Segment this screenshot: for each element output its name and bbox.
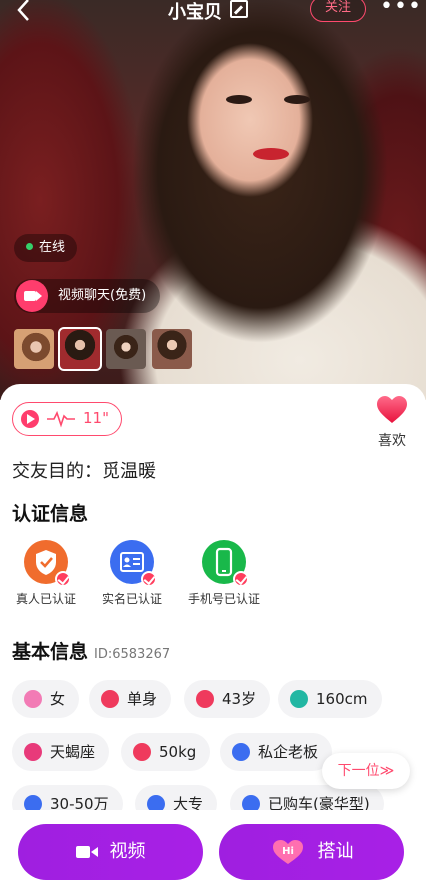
tag-zodiac: 天蝎座 [12, 733, 110, 771]
video-chat-label: 视频聊天(免费) [58, 288, 147, 303]
online-status: 在线 [14, 234, 78, 262]
greet-label: 搭讪 [317, 841, 354, 862]
tag-label: 160cm [316, 690, 368, 708]
photo-detail [253, 148, 289, 160]
photo-detail [284, 95, 310, 104]
tag-label: 天蝎座 [50, 743, 96, 761]
tag-age: 43岁 [184, 680, 271, 718]
top-bar: 小宝贝 关注 ••• [0, 0, 426, 26]
greet-button[interactable]: Hi 搭讪 [219, 824, 404, 880]
cake-icon [196, 690, 214, 708]
video-call-label: 视频 [109, 841, 146, 862]
tag-label: 单身 [127, 690, 158, 708]
photo-thumbnails [14, 327, 192, 371]
tag-label: 私企老板 [258, 743, 319, 761]
badge-icon [24, 540, 71, 587]
tag-label: 43岁 [222, 690, 257, 708]
cert-label: 实名已认证 [101, 592, 162, 606]
next-user-button[interactable]: 下一位≫ [322, 753, 410, 789]
photo-thumbnail[interactable] [58, 327, 102, 371]
tag-marital: 单身 [89, 680, 172, 718]
verified-check-icon [55, 571, 71, 587]
more-button[interactable]: ••• [380, 0, 422, 18]
tie-icon [232, 743, 250, 761]
user-id: ID:6583267 [94, 647, 171, 662]
nickname: 小宝贝 [168, 2, 222, 23]
photo-thumbnail[interactable] [14, 329, 54, 369]
cert-label: 真人已认证 [15, 592, 76, 606]
video-call-button[interactable]: 视频 [18, 824, 203, 880]
photo-thumbnail[interactable] [152, 329, 192, 369]
back-button[interactable] [14, 0, 38, 24]
play-icon [21, 410, 39, 428]
verified-check-icon [233, 571, 249, 587]
like-label: 喜欢 [378, 433, 406, 449]
tag-height: 160cm [278, 680, 382, 718]
tag-label: 50kg [159, 743, 197, 761]
follow-button[interactable]: 关注 [310, 0, 366, 22]
basic-title-text: 基本信息 [12, 641, 89, 663]
heart-icon [101, 690, 119, 708]
tag-label: 女 [50, 690, 66, 708]
chevron-left-icon [17, 0, 29, 21]
verified-check-icon [141, 571, 157, 587]
ruler-icon [290, 690, 308, 708]
video-camera-icon [75, 846, 98, 858]
voice-intro-button[interactable]: 11" [12, 402, 122, 436]
dating-purpose: 交友目的：觅温暖 [12, 461, 156, 482]
tag-gender: 女 [12, 680, 80, 718]
photo-thumbnail[interactable] [106, 329, 146, 369]
bottom-action-bar: 视频 Hi 搭讪 [0, 810, 426, 880]
cert-real-name: 实名已认证 [92, 540, 172, 607]
cert-section-title: 认证信息 [12, 503, 89, 525]
edit-icon[interactable] [230, 0, 248, 18]
profile-card: 11" 喜欢 交友目的：觅温暖 认证信息 真人已认证 实名已认证 手机号已认证 … [0, 384, 426, 880]
scale-icon [133, 743, 151, 761]
waveform-icon [47, 410, 75, 428]
cert-phone: 手机号已认证 [184, 540, 264, 607]
basic-section-title: 基本信息 ID:6583267 [12, 637, 170, 664]
online-label: 在线 [39, 240, 66, 255]
tag-occupation: 私企老板 [220, 733, 333, 771]
video-chat-button[interactable]: 视频聊天(免费) [14, 279, 161, 313]
cert-real-person: 真人已认证 [6, 540, 86, 607]
profile-photo[interactable]: 小宝贝 关注 ••• 在线 视频聊天(免费) [0, 0, 426, 400]
tag-weight: 50kg [121, 733, 211, 771]
female-icon [24, 690, 42, 708]
voice-duration: 11" [83, 409, 109, 427]
photo-detail [226, 95, 252, 104]
video-camera-icon [16, 280, 48, 312]
phone-icon [202, 540, 249, 587]
zodiac-icon [24, 743, 42, 761]
cert-label: 手机号已认证 [187, 592, 260, 606]
online-dot-icon [26, 243, 33, 250]
hi-heart-icon: Hi [272, 840, 303, 864]
id-card-icon [110, 540, 157, 587]
hi-badge-text: Hi [282, 846, 294, 857]
heart-icon [377, 396, 407, 423]
like-button[interactable]: 喜欢 [372, 396, 412, 450]
